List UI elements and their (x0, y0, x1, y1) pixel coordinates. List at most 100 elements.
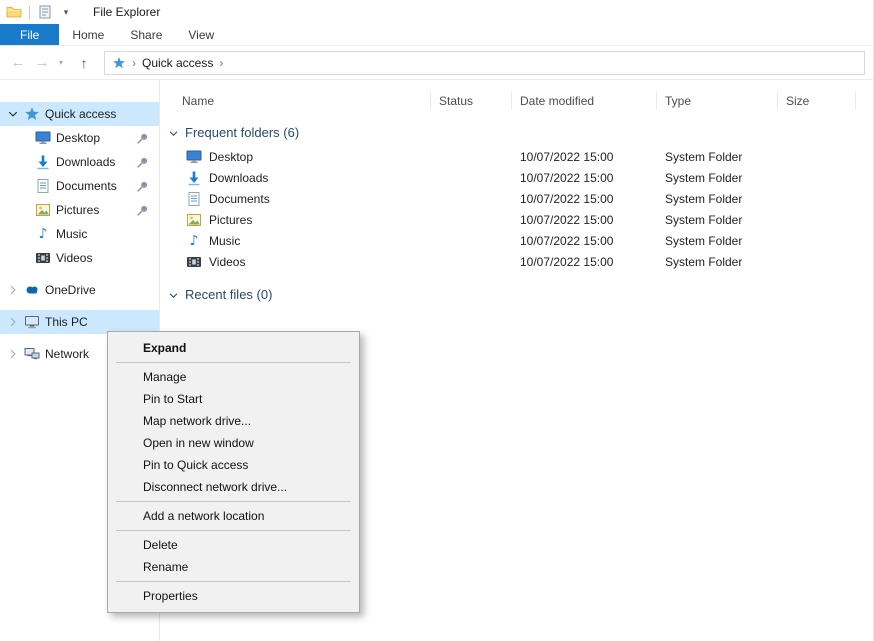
desktop-icon (186, 149, 202, 165)
customize-quick-access-toolbar-caret-icon[interactable]: ▾ (60, 7, 72, 18)
sidebar-item-label: Videos (56, 251, 92, 265)
tab-share[interactable]: Share (117, 24, 175, 45)
sidebar-item-videos[interactable]: Videos (0, 246, 159, 270)
file-row-music[interactable]: ♪ Music 10/07/2022 15:00 System Folder (160, 230, 873, 251)
documents-icon (35, 178, 51, 194)
file-date-modified: 10/07/2022 15:00 (512, 255, 657, 269)
file-type: System Folder (657, 213, 778, 227)
file-explorer-window: ▾ File Explorer File Home Share View ← →… (0, 0, 874, 641)
sidebar-item-pictures[interactable]: Pictures (0, 198, 159, 222)
file-row-desktop[interactable]: Desktop 10/07/2022 15:00 System Folder (160, 146, 873, 167)
quick-access-star-icon (112, 56, 126, 70)
forward-arrow-icon[interactable]: → (30, 51, 54, 75)
pin-icon (136, 132, 149, 145)
toolbar-divider (29, 6, 30, 19)
this-pc-monitor-icon (24, 314, 40, 330)
app-folder-icon[interactable] (6, 4, 22, 20)
context-menu-item-open-in-new-window[interactable]: Open in new window (108, 432, 359, 454)
pictures-icon (186, 212, 202, 228)
file-row-videos[interactable]: Videos 10/07/2022 15:00 System Folder (160, 251, 873, 272)
context-menu-item-properties[interactable]: Properties (108, 585, 359, 607)
file-row-documents[interactable]: Documents 10/07/2022 15:00 System Folder (160, 188, 873, 209)
file-name: Downloads (209, 171, 268, 185)
sidebar-item-label: Downloads (56, 155, 115, 169)
sidebar-item-label: Desktop (56, 131, 100, 145)
group-header-recent-files[interactable]: Recent files (0) (168, 285, 873, 303)
sidebar-item-label: Documents (56, 179, 117, 193)
context-menu-item-manage[interactable]: Manage (108, 366, 359, 388)
context-menu-item-rename[interactable]: Rename (108, 556, 359, 578)
context-menu-item-pin-to-start[interactable]: Pin to Start (108, 388, 359, 410)
file-row-pictures[interactable]: Pictures 10/07/2022 15:00 System Folder (160, 209, 873, 230)
videos-icon (35, 250, 51, 266)
file-name: Documents (209, 192, 270, 206)
music-note-icon: ♪ (35, 226, 51, 242)
desktop-icon (35, 130, 51, 146)
breadcrumb-chevron-icon[interactable]: › (132, 57, 136, 69)
recent-locations-caret-icon[interactable]: ▾ (54, 58, 68, 67)
pin-icon (136, 180, 149, 193)
context-menu: Expand Manage Pin to Start Map network d… (107, 331, 360, 613)
file-row-downloads[interactable]: Downloads 10/07/2022 15:00 System Folder (160, 167, 873, 188)
file-name: Pictures (209, 213, 252, 227)
address-bar[interactable]: › Quick access › (104, 51, 865, 75)
pin-icon (136, 204, 149, 217)
network-icon (24, 346, 40, 362)
chevron-down-icon[interactable] (7, 108, 19, 120)
context-menu-item-map-network-drive[interactable]: Map network drive... (108, 410, 359, 432)
chevron-right-icon[interactable] (7, 284, 19, 296)
videos-icon (186, 254, 202, 270)
downloads-icon (35, 154, 51, 170)
tab-view[interactable]: View (175, 24, 227, 45)
context-menu-item-delete[interactable]: Delete (108, 534, 359, 556)
column-header-type[interactable]: Type (657, 92, 778, 110)
navigation-bar: ← → ▾ ↑ › Quick access › (0, 46, 873, 80)
documents-icon (186, 191, 202, 207)
breadcrumb-chevron-icon[interactable]: › (219, 57, 223, 69)
sidebar-item-label: Network (45, 347, 89, 361)
file-type: System Folder (657, 150, 778, 164)
file-date-modified: 10/07/2022 15:00 (512, 234, 657, 248)
column-header-size[interactable]: Size (778, 92, 856, 110)
properties-toolbar-icon[interactable] (37, 4, 53, 20)
sidebar-item-label: Music (56, 227, 87, 241)
file-date-modified: 10/07/2022 15:00 (512, 192, 657, 206)
file-date-modified: 10/07/2022 15:00 (512, 150, 657, 164)
breadcrumb-location[interactable]: Quick access (142, 56, 213, 70)
music-note-icon: ♪ (186, 233, 202, 249)
context-menu-item-add-network-location[interactable]: Add a network location (108, 505, 359, 527)
file-type: System Folder (657, 255, 778, 269)
file-type: System Folder (657, 234, 778, 248)
group-header-label: Frequent folders (6) (185, 125, 299, 140)
file-type: System Folder (657, 192, 778, 206)
up-arrow-icon[interactable]: ↑ (72, 51, 96, 75)
column-header-date-modified[interactable]: Date modified (512, 92, 657, 110)
column-header-status[interactable]: Status (431, 92, 512, 110)
context-menu-item-expand[interactable]: Expand (108, 337, 359, 359)
group-header-frequent-folders[interactable]: Frequent folders (6) (168, 123, 873, 141)
chevron-down-icon[interactable] (168, 127, 179, 138)
file-name: Videos (209, 255, 245, 269)
sidebar-item-label: This PC (45, 315, 88, 329)
tab-file[interactable]: File (0, 24, 59, 45)
chevron-down-icon[interactable] (168, 289, 179, 300)
column-headers: Name Status Date modified Type Size (160, 88, 873, 114)
downloads-icon (186, 170, 202, 186)
group-header-label: Recent files (0) (185, 287, 272, 302)
file-name: Music (209, 234, 240, 248)
sidebar-item-desktop[interactable]: Desktop (0, 126, 159, 150)
sidebar-item-downloads[interactable]: Downloads (0, 150, 159, 174)
sidebar-item-documents[interactable]: Documents (0, 174, 159, 198)
context-menu-item-pin-to-quick-access[interactable]: Pin to Quick access (108, 454, 359, 476)
chevron-right-icon[interactable] (7, 316, 19, 328)
sidebar-item-music[interactable]: ♪ Music (0, 222, 159, 246)
sidebar-item-quick-access[interactable]: Quick access (0, 102, 159, 126)
context-menu-item-disconnect-network-drive[interactable]: Disconnect network drive... (108, 476, 359, 498)
chevron-right-icon[interactable] (7, 348, 19, 360)
column-header-name[interactable]: Name (160, 92, 431, 110)
pin-icon (136, 156, 149, 169)
sidebar-item-onedrive[interactable]: OneDrive (0, 278, 159, 302)
file-type: System Folder (657, 171, 778, 185)
back-arrow-icon[interactable]: ← (6, 51, 30, 75)
tab-home[interactable]: Home (59, 24, 117, 45)
